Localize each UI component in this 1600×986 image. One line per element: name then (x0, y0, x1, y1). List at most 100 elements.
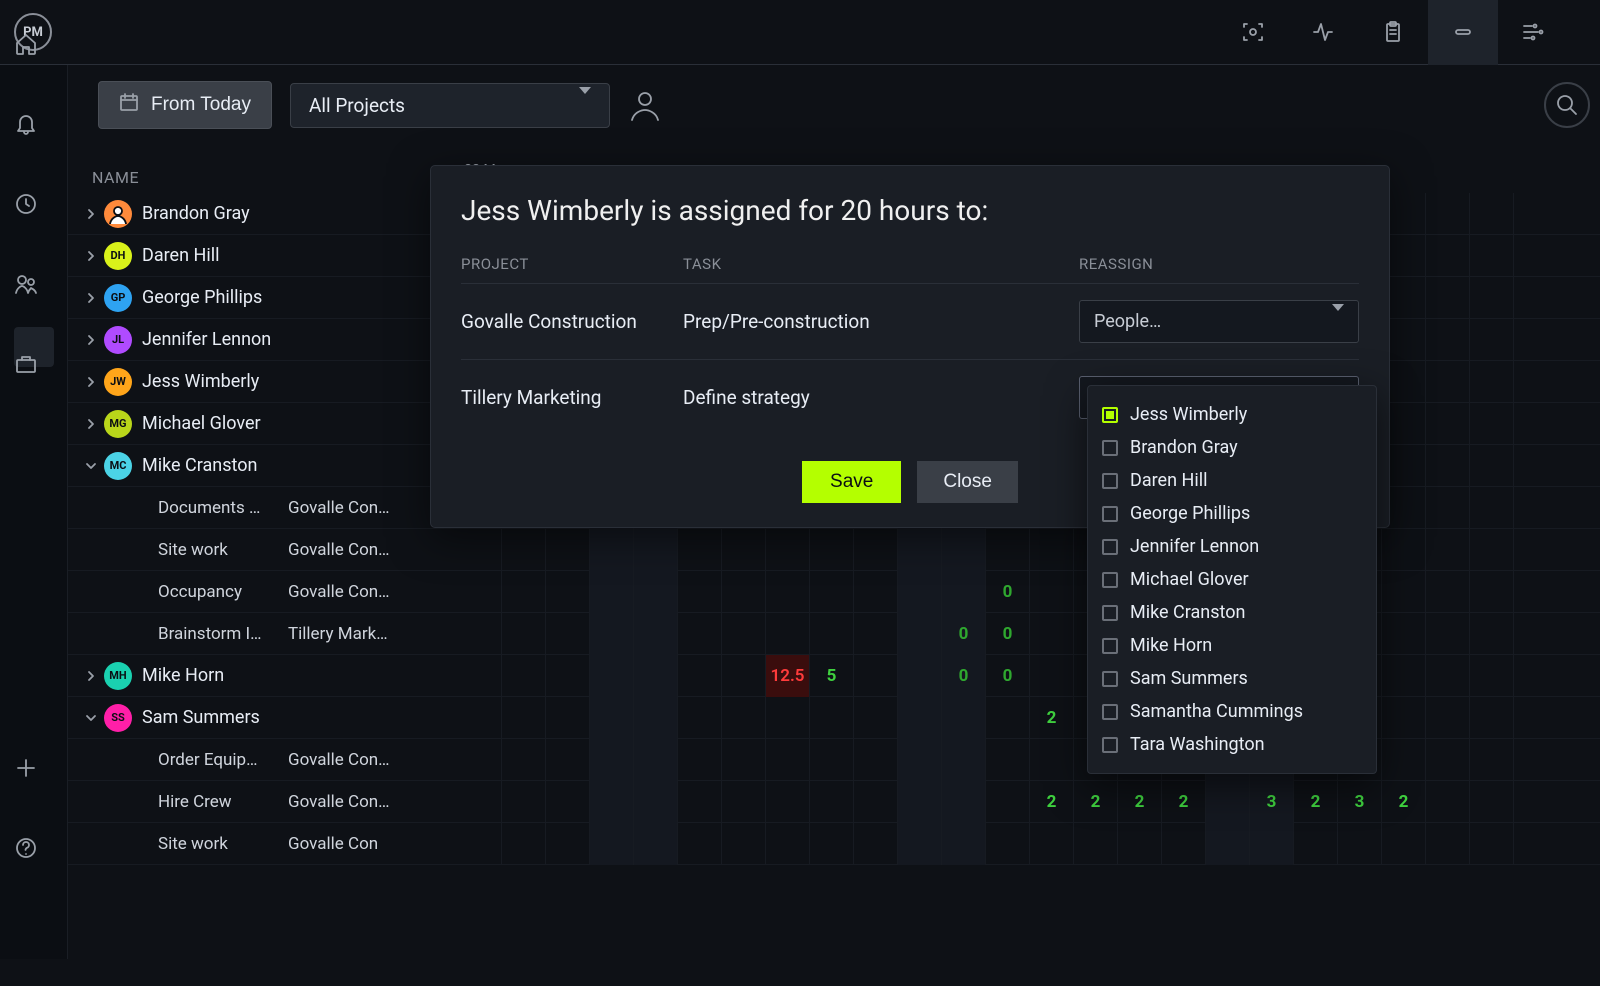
task-row[interactable]: Hire CrewGovalle Con… (68, 781, 458, 823)
dropdown-item[interactable]: Jennifer Lennon (1102, 530, 1362, 563)
grid-cell[interactable] (1426, 697, 1470, 739)
task-row[interactable]: Brainstorm I…Tillery Mark… (68, 613, 458, 655)
grid-cell[interactable] (722, 571, 766, 613)
grid-cell[interactable] (634, 781, 678, 823)
grid-cell[interactable] (502, 613, 546, 655)
grid-cell[interactable] (986, 697, 1030, 739)
checkbox[interactable] (1102, 638, 1118, 654)
grid-cell[interactable] (722, 697, 766, 739)
grid-cell[interactable] (766, 613, 810, 655)
grid-cell[interactable] (1382, 697, 1426, 739)
grid-cell[interactable] (590, 739, 634, 781)
grid-cell[interactable] (898, 613, 942, 655)
grid-cell[interactable]: 2 (1030, 781, 1074, 823)
grid-cell[interactable] (854, 781, 898, 823)
grid-cell[interactable] (810, 781, 854, 823)
grid-cell[interactable] (1426, 445, 1470, 487)
grid-cell[interactable]: 2 (1118, 781, 1162, 823)
grid-cell[interactable] (1206, 823, 1250, 865)
close-button[interactable]: Close (917, 461, 1018, 503)
grid-cell[interactable]: 0 (986, 655, 1030, 697)
grid-cell[interactable] (986, 529, 1030, 571)
expand-toggle[interactable] (78, 375, 104, 389)
dropdown-item[interactable]: Samantha Cummings (1102, 695, 1362, 728)
grid-cell[interactable] (1206, 781, 1250, 823)
grid-cell[interactable] (1382, 613, 1426, 655)
person-row[interactable]: MCMike Cranston (68, 445, 458, 487)
from-today-button[interactable]: From Today (98, 81, 272, 129)
grid-cell[interactable] (502, 697, 546, 739)
grid-cell[interactable] (1426, 403, 1470, 445)
grid-cell[interactable] (502, 823, 546, 865)
grid-cell[interactable] (766, 571, 810, 613)
grid-cell[interactable] (590, 697, 634, 739)
person-row[interactable]: SSSam Summers (68, 697, 458, 739)
person-row[interactable]: Brandon Gray (68, 193, 458, 235)
grid-cell[interactable] (458, 613, 502, 655)
grid-cell[interactable] (634, 571, 678, 613)
help-icon[interactable] (14, 891, 54, 931)
expand-toggle[interactable] (78, 417, 104, 431)
grid-cell[interactable] (1470, 781, 1514, 823)
grid-cell[interactable] (1030, 613, 1074, 655)
grid-cell[interactable] (590, 613, 634, 655)
grid-cell[interactable]: 3 (1338, 781, 1382, 823)
grid-cell[interactable] (1470, 655, 1514, 697)
dropdown-item[interactable]: Michael Glover (1102, 563, 1362, 596)
grid-cell[interactable] (1426, 613, 1470, 655)
grid-cell[interactable]: 2 (1030, 697, 1074, 739)
grid-cell[interactable] (898, 823, 942, 865)
grid-cell[interactable] (546, 613, 590, 655)
grid-cell[interactable]: 2 (1162, 781, 1206, 823)
grid-cell[interactable] (1030, 739, 1074, 781)
grid-cell[interactable] (590, 571, 634, 613)
grid-cell[interactable] (1426, 361, 1470, 403)
grid-cell[interactable] (458, 781, 502, 823)
checkbox[interactable] (1102, 704, 1118, 720)
grid-cell[interactable] (986, 739, 1030, 781)
grid-cell[interactable] (766, 697, 810, 739)
grid-cell[interactable] (766, 781, 810, 823)
checkbox[interactable] (1102, 671, 1118, 687)
expand-toggle[interactable] (78, 669, 104, 683)
grid-cell[interactable]: 0 (942, 613, 986, 655)
checkbox[interactable] (1102, 737, 1118, 753)
grid-cell[interactable] (1030, 529, 1074, 571)
grid-cell[interactable] (1470, 361, 1514, 403)
grid-cell[interactable] (854, 529, 898, 571)
grid-cell[interactable] (1250, 823, 1294, 865)
grid-cell[interactable] (1118, 823, 1162, 865)
grid-cell[interactable] (1426, 781, 1470, 823)
grid-cell[interactable] (502, 739, 546, 781)
grid-cell[interactable] (546, 529, 590, 571)
task-row[interactable]: Order Equip…Govalle Con… (68, 739, 458, 781)
grid-cell[interactable] (502, 571, 546, 613)
grid-cell[interactable] (634, 655, 678, 697)
grid-cell[interactable] (678, 529, 722, 571)
person-row[interactable]: MGMichael Glover (68, 403, 458, 445)
grid-cell[interactable]: 2 (1074, 781, 1118, 823)
grid-cell[interactable] (722, 529, 766, 571)
grid-cell[interactable] (854, 823, 898, 865)
grid-cell[interactable] (854, 739, 898, 781)
grid-cell[interactable] (546, 697, 590, 739)
grid-cell[interactable] (590, 529, 634, 571)
grid-cell[interactable] (722, 655, 766, 697)
checkbox[interactable] (1102, 572, 1118, 588)
grid-cell[interactable] (1382, 655, 1426, 697)
grid-cell[interactable] (942, 529, 986, 571)
grid-cell[interactable] (766, 529, 810, 571)
grid-cell[interactable] (546, 655, 590, 697)
grid-cell[interactable] (1162, 823, 1206, 865)
grid-cell[interactable] (898, 655, 942, 697)
grid-cell[interactable] (1470, 571, 1514, 613)
dropdown-item[interactable]: Daren Hill (1102, 464, 1362, 497)
grid-cell[interactable] (634, 739, 678, 781)
grid-cell[interactable] (634, 823, 678, 865)
grid-cell[interactable]: 0 (986, 571, 1030, 613)
grid-cell[interactable] (942, 697, 986, 739)
grid-cell[interactable] (722, 739, 766, 781)
grid-cell[interactable]: 2 (1294, 781, 1338, 823)
grid-cell[interactable] (854, 613, 898, 655)
briefcase-icon[interactable] (14, 407, 54, 447)
